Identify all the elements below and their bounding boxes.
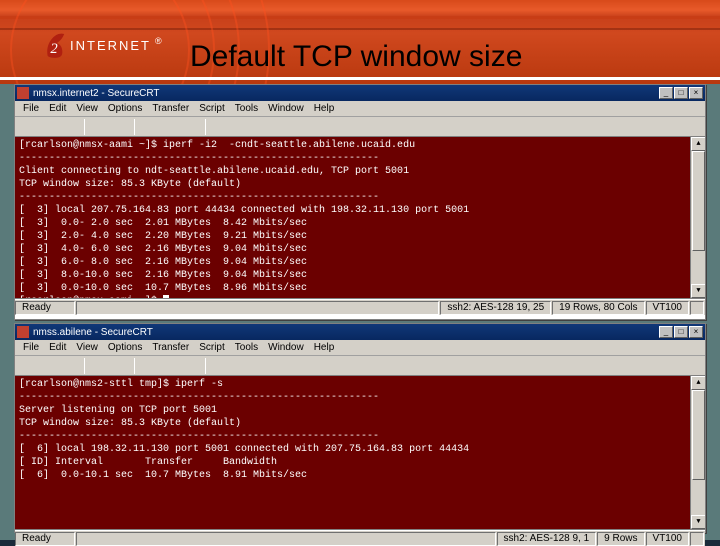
status-cell: 19 Rows, 80 Cols [552,301,644,315]
menu-file[interactable]: File [19,342,43,353]
titlebar[interactable]: nmss.abilene - SecureCRT _ □ × [15,324,705,340]
toolbar-button[interactable] [161,358,179,374]
scroll-thumb[interactable] [692,151,705,251]
statusbar: Ready ssh2: AES-128 9, 1 9 Rows VT100 [15,530,705,546]
toolbar-button[interactable] [90,119,108,135]
status-cell: VT100 [646,532,689,546]
menu-file[interactable]: File [19,103,43,114]
toolbar-button[interactable] [161,119,179,135]
menu-options[interactable]: Options [104,103,146,114]
minimize-button[interactable]: _ [659,326,673,338]
window-title: nmss.abilene - SecureCRT [33,327,153,338]
toolbar [15,117,705,137]
menu-tools[interactable]: Tools [231,342,262,353]
close-button[interactable]: × [689,87,703,99]
vertical-scrollbar[interactable]: ▲ ▼ [690,376,705,529]
app-icon [17,326,29,338]
logo-text: INTERNET [70,38,151,53]
menu-help[interactable]: Help [310,342,339,353]
close-button[interactable]: × [689,326,703,338]
menu-transfer[interactable]: Transfer [148,103,193,114]
maximize-button[interactable]: □ [674,326,688,338]
terminal-window-client: nmsx.internet2 - SecureCRT _ □ × File Ed… [14,84,706,320]
toolbar-button[interactable] [182,358,200,374]
toolbar-button[interactable] [182,119,200,135]
app-icon [17,87,29,99]
toolbar-button[interactable] [40,358,58,374]
slide-title: Default TCP window size [190,40,522,74]
window-title: nmsx.internet2 - SecureCRT [33,88,160,99]
menu-help[interactable]: Help [310,103,339,114]
svg-text:2: 2 [50,41,57,57]
menu-view[interactable]: View [72,103,102,114]
menu-options[interactable]: Options [104,342,146,353]
menu-window[interactable]: Window [264,103,308,114]
toolbar-button[interactable] [232,358,250,374]
scroll-down-button[interactable]: ▼ [691,515,705,529]
toolbar-button[interactable] [111,358,129,374]
toolbar-button[interactable] [140,358,158,374]
menubar: File Edit View Options Transfer Script T… [15,340,705,356]
menubar: File Edit View Options Transfer Script T… [15,101,705,117]
terminal-text: [rcarlson@nmsx-aami ~]$ iperf -i2 -cndt-… [19,140,469,299]
menu-edit[interactable]: Edit [45,342,70,353]
scroll-up-button[interactable]: ▲ [691,137,705,151]
terminal-text: [rcarlson@nms2-sttl tmp]$ iperf -s -----… [19,379,469,481]
status-ready: Ready [15,301,75,315]
statusbar: Ready ssh2: AES-128 19, 25 19 Rows, 80 C… [15,299,705,315]
internet2-logo: 2 INTERNET ® [44,30,162,60]
toolbar-button[interactable] [61,119,79,135]
maximize-button[interactable]: □ [674,87,688,99]
status-grip [690,532,704,546]
toolbar-button[interactable] [232,119,250,135]
menu-transfer[interactable]: Transfer [148,342,193,353]
toolbar-button[interactable] [19,119,37,135]
terminal-output[interactable]: [rcarlson@nms2-sttl tmp]$ iperf -s -----… [15,376,705,530]
scroll-thumb[interactable] [692,390,705,480]
toolbar-button[interactable] [90,358,108,374]
toolbar-button[interactable] [19,358,37,374]
menu-script[interactable]: Script [195,103,229,114]
toolbar-button[interactable] [61,358,79,374]
menu-edit[interactable]: Edit [45,103,70,114]
desktop-area: nmsx.internet2 - SecureCRT _ □ × File Ed… [0,84,720,540]
menu-window[interactable]: Window [264,342,308,353]
status-cell: ssh2: AES-128 19, 25 [440,301,551,315]
titlebar[interactable]: nmsx.internet2 - SecureCRT _ □ × [15,85,705,101]
menu-view[interactable]: View [72,342,102,353]
toolbar-button[interactable] [140,119,158,135]
menu-script[interactable]: Script [195,342,229,353]
status-ready: Ready [15,532,75,546]
minimize-button[interactable]: _ [659,87,673,99]
scroll-up-button[interactable]: ▲ [691,376,705,390]
toolbar [15,356,705,376]
toolbar-button[interactable] [111,119,129,135]
vertical-scrollbar[interactable]: ▲ ▼ [690,137,705,298]
cursor-icon [163,295,169,299]
terminal-window-server: nmss.abilene - SecureCRT _ □ × File Edit… [14,323,706,533]
status-grip [690,301,704,315]
status-cell: VT100 [646,301,689,315]
toolbar-button[interactable] [40,119,58,135]
status-cell: 9 Rows [597,532,644,546]
terminal-output[interactable]: [rcarlson@nmsx-aami ~]$ iperf -i2 -cndt-… [15,137,705,299]
toolbar-button[interactable] [211,119,229,135]
slide-header: 2 INTERNET ® Default TCP window size [0,0,720,84]
scroll-down-button[interactable]: ▼ [691,284,705,298]
logo-mark-icon: 2 [44,30,66,60]
menu-tools[interactable]: Tools [231,103,262,114]
logo-registered: ® [155,36,162,46]
status-cell: ssh2: AES-128 9, 1 [497,532,597,546]
toolbar-button[interactable] [211,358,229,374]
